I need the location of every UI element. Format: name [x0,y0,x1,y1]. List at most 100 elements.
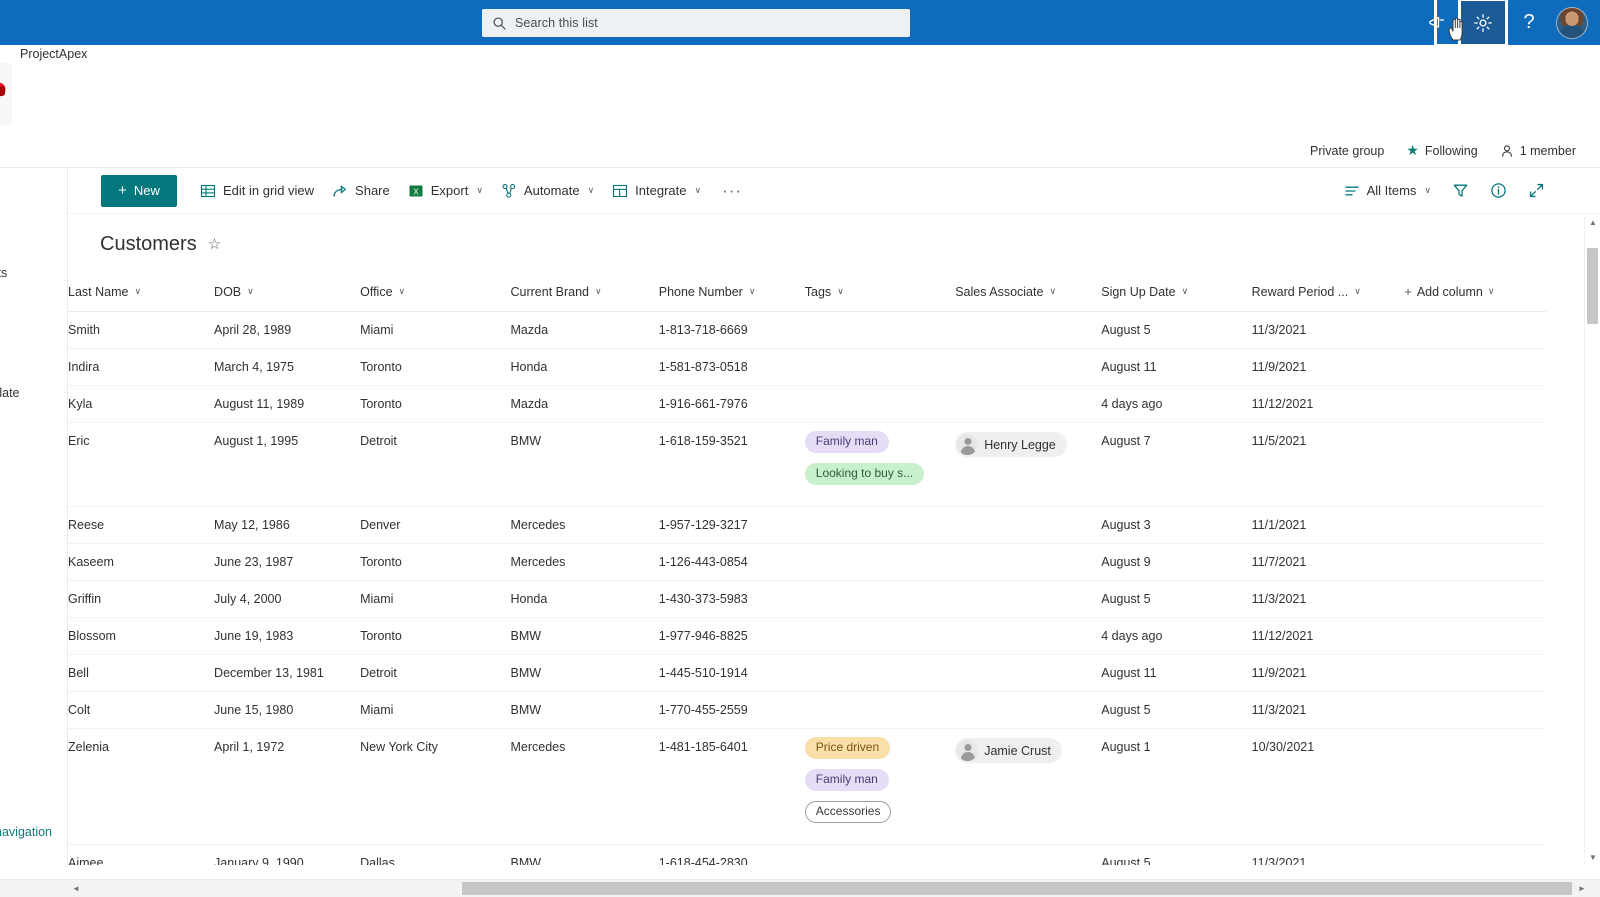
cell-last-name: Aimee [68,844,215,865]
tag-pill[interactable]: Family man [804,769,889,791]
cell-tags: Family man Looking to buy s... [804,422,956,507]
table-row[interactable]: Blossom June 19, 1983 Toronto BMW 1-977-946-… [68,617,1546,655]
sharepoint-list-page: Search this list ? ProjectApex Private g… [0,0,1600,897]
cell-empty [1404,654,1546,692]
suite-bar: Search this list ? [0,0,1600,47]
cell-phone-number: 1-618-159-3521 [658,422,805,507]
scroll-right-arrow-icon[interactable]: ► [1574,880,1590,897]
following-button[interactable]: ★ Following [1406,142,1477,159]
scroll-left-arrow-icon[interactable]: ◄ [68,880,84,897]
automate-button[interactable]: Automate ∨ [492,171,603,211]
feedback-megaphone-icon[interactable] [1414,0,1460,45]
column-header-phone-number[interactable]: Phone Number ∨ [658,274,805,312]
automate-label: Automate [523,183,580,198]
export-label: Export [430,183,469,198]
cell-phone-number: 1-126-443-0854 [658,543,805,581]
sidebar-item-site-template[interactable]: Site Template [0,386,67,400]
help-button[interactable]: ? [1506,0,1552,45]
column-label: Last Name [68,284,129,299]
cell-sales-associate: Jamie Crust [955,728,1102,845]
column-header-current-brand[interactable]: Current Brand ∨ [510,274,659,312]
tag-pill[interactable]: Looking to buy s... [804,463,925,485]
edit-navigation-link[interactable]: Edit navigation [0,825,52,839]
search-placeholder-text: Search this list [515,16,598,30]
edit-in-grid-view-button[interactable]: Edit in grid view [191,171,323,211]
cell-reward-period: 11/3/2021 [1251,580,1405,618]
column-header-dob[interactable]: DOB ∨ [214,274,361,312]
cell-office: Toronto [360,385,511,423]
scroll-up-arrow-icon[interactable]: ▲ [1585,214,1600,230]
person-chip[interactable]: Jamie Crust [955,738,1062,763]
view-selector-button[interactable]: All Items ∨ [1335,171,1440,211]
table-row[interactable]: Indira March 4, 1975 Toronto Honda 1-581-873… [68,348,1546,386]
table-row[interactable]: Aimee January 9, 1990 Dallas BMW 1-618-454-2… [68,844,1546,865]
table-row[interactable]: Zelenia April 1, 1972 New York City Mercede… [68,728,1546,845]
cell-empty [1404,311,1546,349]
vertical-scroll-track[interactable] [1585,230,1600,849]
column-header-sign-up-date[interactable]: Sign Up Date ∨ [1101,274,1252,312]
add-column-button[interactable]: + Add column ∨ [1404,274,1546,312]
account-avatar[interactable] [1556,6,1588,39]
filter-button[interactable] [1442,173,1478,209]
new-button[interactable]: + New [101,174,177,207]
list-container: Customers ☆ Last Name ∨ DOB ∨ Office ∨ C… [68,214,1600,865]
column-header-reward-period[interactable]: Reward Period ... ∨ [1251,274,1405,312]
cell-current-brand: Mercedes [510,506,659,544]
horizontal-scroll-thumb[interactable] [462,882,1572,895]
members-button[interactable]: 1 member [1500,144,1576,158]
cell-last-name: Eric [68,422,215,507]
share-label: Share [355,183,390,198]
table-row[interactable]: Reese May 12, 1986 Denver Mercedes 1-957-129… [68,506,1546,544]
cell-current-brand: BMW [510,654,659,692]
column-header-last-name[interactable]: Last Name ∨ [68,274,215,312]
sidebar-item-documents[interactable]: Documents [0,266,67,280]
favorite-star-icon[interactable]: ☆ [208,235,221,253]
expand-button[interactable] [1518,173,1554,209]
info-button[interactable] [1480,173,1516,209]
table-row[interactable]: Kaseem June 23, 1987 Toronto Mercedes 1-126-… [68,543,1546,581]
cell-current-brand: Honda [510,580,659,618]
tag-pill[interactable]: Family man [804,431,889,453]
tag-pill[interactable]: Accessories [804,801,892,823]
share-icon [333,185,346,197]
person-name: Henry Legge [984,437,1056,452]
vertical-scroll-thumb[interactable] [1587,248,1598,324]
cell-phone-number: 1-977-946-8825 [658,617,805,655]
table-row[interactable]: Smith April 28, 1989 Miami Mazda 1-813-718-6… [68,311,1546,349]
column-header-tags[interactable]: Tags ∨ [804,274,956,312]
export-button[interactable]: X Export ∨ [399,171,492,211]
members-count-label: 1 member [1519,143,1576,158]
chevron-down-icon: ∨ [1424,185,1431,195]
vertical-scrollbar[interactable]: ▲ ▼ [1584,214,1600,865]
horizontal-scrollbar[interactable]: ◄ ► [0,879,1600,897]
cell-phone-number: 1-957-129-3217 [658,506,805,544]
column-header-sales-associate[interactable]: Sales Associate ∨ [955,274,1102,312]
cell-tags [804,617,956,655]
cell-current-brand: BMW [510,617,659,655]
cell-sign-up-date: August 3 [1101,506,1252,544]
cell-empty [1404,506,1546,544]
table-row[interactable]: Eric August 1, 1995 Detroit BMW 1-618-159-35… [68,422,1546,507]
table-row[interactable]: Kyla August 11, 1989 Toronto Mazda 1-916-661… [68,385,1546,423]
cell-sales-associate [955,506,1102,544]
search-icon [493,16,506,30]
table-row[interactable]: Colt June 15, 1980 Miami BMW 1-770-455-2559 A… [68,691,1546,729]
tag-pill[interactable]: Price driven [804,737,891,759]
scroll-down-arrow-icon[interactable]: ▼ [1585,849,1600,865]
cell-empty [1404,422,1546,507]
person-chip[interactable]: Henry Legge [955,432,1067,457]
column-label: Current Brand [510,284,590,299]
cell-dob: June 19, 1983 [214,617,361,655]
table-row[interactable]: Griffin July 4, 2000 Miami Honda 1-430-373-5… [68,580,1546,618]
settings-gear-button[interactable] [1458,0,1508,47]
integrate-button[interactable]: Integrate ∨ [603,171,710,211]
integrate-icon [613,184,628,197]
cell-dob: April 28, 1989 [214,311,361,349]
more-options-button[interactable]: ··· [710,171,754,211]
search-input[interactable]: Search this list [482,9,910,37]
column-header-office[interactable]: Office ∨ [360,274,511,312]
cell-last-name: Griffin [68,580,215,618]
chevron-down-icon: ∨ [1181,286,1189,296]
share-button[interactable]: Share [323,171,399,211]
table-row[interactable]: Bell December 13, 1981 Detroit BMW 1-445-510… [68,654,1546,692]
